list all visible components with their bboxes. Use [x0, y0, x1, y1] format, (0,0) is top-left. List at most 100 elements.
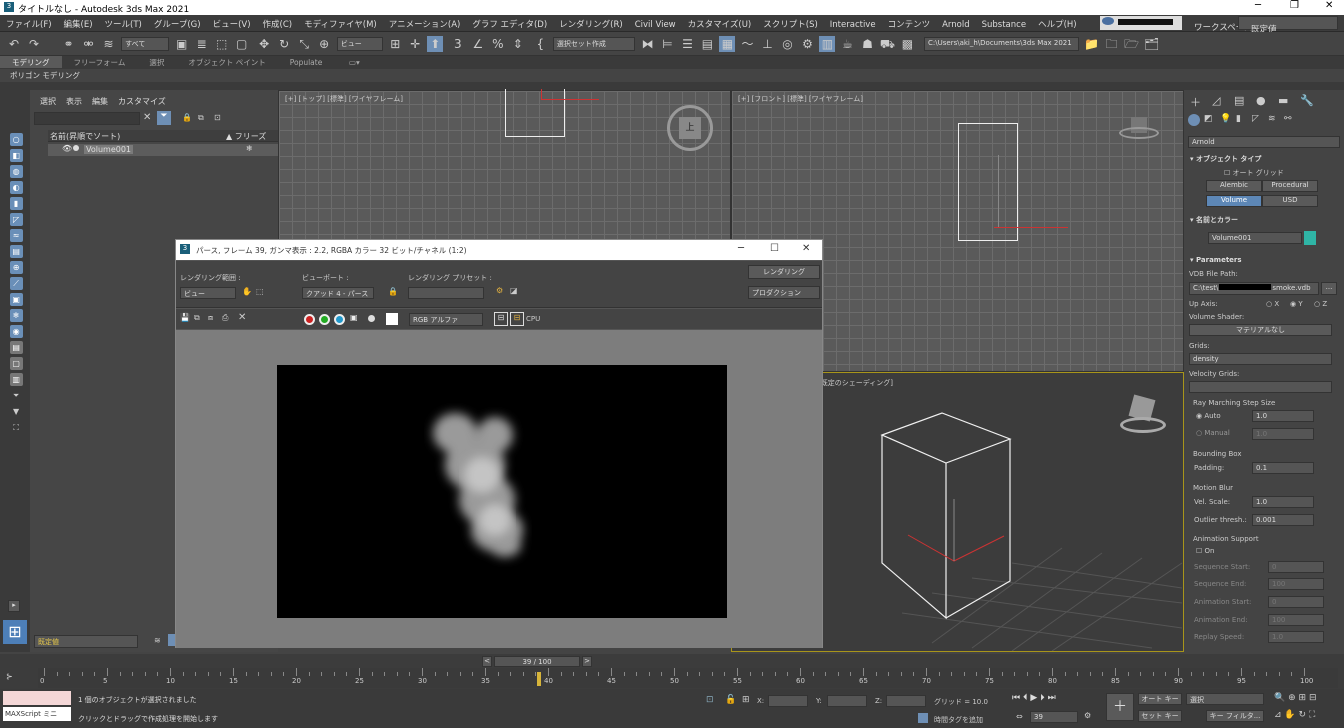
- selection-filter-dropdown[interactable]: すべて: [121, 37, 170, 51]
- ribbon-tab-populate[interactable]: Populate: [278, 57, 335, 67]
- renderer-dropdown[interactable]: Arnold: [1188, 136, 1340, 148]
- create-tab-icon[interactable]: ＋: [1190, 94, 1201, 110]
- edit-named-sel-icon[interactable]: {: [532, 36, 548, 52]
- prev-key-icon[interactable]: ⏴: [1023, 693, 1028, 703]
- channel-dropdown[interactable]: RGB アルファ: [409, 313, 483, 326]
- menu-civil-view[interactable]: Civil View: [629, 17, 682, 30]
- viewport-layout-icon[interactable]: ⊞: [3, 620, 27, 644]
- menu-scripting[interactable]: スクリプト(S): [757, 15, 824, 30]
- pan-icon[interactable]: ✋: [1284, 710, 1295, 720]
- prev-frame-button[interactable]: <: [482, 656, 492, 667]
- visibility-eye-icon[interactable]: 👁: [62, 144, 72, 153]
- autogrid-checkbox[interactable]: ☐ オート グリッド: [1224, 168, 1284, 178]
- maxscript-mini[interactable]: MAXScript ミニ: [3, 707, 71, 721]
- env-effects-icon[interactable]: ◪: [510, 286, 518, 295]
- velocity-grids-input[interactable]: [1189, 381, 1332, 393]
- project-folder-icon[interactable]: 📁: [1084, 36, 1100, 52]
- toggle-ribbon-icon[interactable]: ▦: [719, 36, 736, 52]
- zoom-extents-all-icon[interactable]: ⊟: [1309, 693, 1317, 703]
- maximize-viewport-icon[interactable]: ⛶: [1309, 710, 1315, 720]
- viewcube-front[interactable]: [1117, 115, 1163, 141]
- crop-icon[interactable]: ⬚: [256, 287, 264, 296]
- viewport-top-label[interactable]: [+] [トップ] [標準] [ワイヤフレーム]: [285, 94, 403, 104]
- up-axis-x-radio[interactable]: ○ X: [1266, 300, 1279, 308]
- seq-start-input[interactable]: 0: [1268, 561, 1324, 573]
- anim-start-input[interactable]: 0: [1268, 596, 1324, 608]
- ribbon-sub-label[interactable]: ポリゴン モデリング: [10, 70, 80, 81]
- alpha-channel-icon[interactable]: ▣: [350, 313, 358, 322]
- viewport-dropdown[interactable]: クアッド 4 - パース: [302, 287, 374, 299]
- menu-graph-editors[interactable]: グラフ エディタ(D): [466, 15, 553, 30]
- current-frame-input[interactable]: 39: [1030, 711, 1078, 723]
- spacewarps-icon[interactable]: ≋: [1268, 114, 1276, 124]
- maxscript-listener[interactable]: [3, 691, 71, 705]
- blue-channel-icon[interactable]: [334, 314, 345, 325]
- mirror-icon[interactable]: ⧓: [639, 36, 655, 52]
- menu-edit[interactable]: 編集(E): [58, 15, 99, 30]
- open-folder-icon[interactable]: 🗁: [1124, 36, 1140, 52]
- time-config-icon[interactable]: ⚙: [1084, 711, 1091, 720]
- geometry-icon[interactable]: [1188, 114, 1200, 126]
- menu-arnold[interactable]: Arnold: [936, 17, 976, 30]
- hierarchy-tab-icon[interactable]: ▤: [1234, 94, 1244, 107]
- basket-icon[interactable]: ⛶: [10, 421, 23, 434]
- maximize-button[interactable]: ❐: [1290, 0, 1299, 11]
- save-image-icon[interactable]: 💾: [180, 313, 190, 322]
- print-icon[interactable]: ⎙: [222, 313, 228, 323]
- curve-editor-icon[interactable]: 〜: [739, 36, 755, 52]
- outlier-input[interactable]: 0.001: [1252, 514, 1314, 526]
- window-crossing-icon[interactable]: ▢: [234, 36, 250, 52]
- lights-icon[interactable]: 💡: [1220, 114, 1231, 124]
- lock-icon[interactable]: 🔒: [182, 113, 192, 122]
- key-mode-icon[interactable]: ⇔: [1016, 712, 1023, 721]
- display-hidden-icon[interactable]: ◉: [9, 325, 23, 338]
- layer-stack-icon[interactable]: ≋: [154, 636, 161, 645]
- clone-frame-icon[interactable]: ⧈: [208, 313, 213, 323]
- display-cameras-icon[interactable]: ▮: [9, 197, 23, 210]
- project-path-dropdown[interactable]: C:\Users\aki_h\Documents\3ds Max 2021: [924, 37, 1080, 51]
- vdb-path-input[interactable]: C:\test\ smoke.vdb: [1189, 282, 1319, 295]
- menu-customize[interactable]: カスタマイズ(U): [682, 15, 758, 30]
- viewcube-persp[interactable]: [1119, 394, 1167, 435]
- col-freeze-header[interactable]: ▲ フリーズ: [226, 131, 266, 142]
- selection-lock-icon[interactable]: 🔓: [725, 695, 736, 705]
- layer-icon[interactable]: ⊡: [214, 113, 221, 122]
- time-tag-label[interactable]: 時間タグを追加: [934, 715, 983, 725]
- x-coord-input[interactable]: [768, 695, 808, 707]
- render-mode-dropdown[interactable]: プロダクション: [748, 286, 820, 299]
- move-icon[interactable]: ✥: [256, 36, 272, 52]
- display-xrefs-icon[interactable]: ⊕: [9, 261, 23, 274]
- menu-content[interactable]: コンテンツ: [882, 15, 937, 30]
- zoom-icon[interactable]: 🔍: [1274, 693, 1285, 703]
- key-selection-dropdown[interactable]: 選択: [1186, 693, 1264, 705]
- new-folder-icon[interactable]: 🗀: [1104, 36, 1120, 52]
- display-invert-icon[interactable]: ▥: [9, 373, 23, 386]
- lock-viewport-icon[interactable]: 🔒: [388, 287, 398, 296]
- display-objects-icon[interactable]: ○: [9, 133, 23, 146]
- snap-icon[interactable]: 3: [450, 36, 466, 52]
- schematic-icon[interactable]: ⊥: [759, 36, 775, 52]
- alembic-button[interactable]: Alembic: [1206, 180, 1262, 192]
- col-name-header[interactable]: 名前(昇順でソート): [50, 131, 120, 142]
- mono-icon[interactable]: [368, 315, 375, 322]
- play-icon[interactable]: ▶: [1030, 693, 1037, 703]
- render-maximize-button[interactable]: ☐: [770, 243, 779, 254]
- workspace-dropdown[interactable]: 既定値: [1238, 16, 1338, 35]
- menu-view[interactable]: ビュー(V): [207, 15, 257, 30]
- manual-step-input[interactable]: 1.0: [1252, 428, 1314, 440]
- scene-menu-customize[interactable]: カスタマイズ: [118, 97, 166, 106]
- isolate-icon[interactable]: ⊡: [706, 695, 714, 705]
- usd-button[interactable]: USD: [1262, 195, 1318, 207]
- time-slider-marker[interactable]: [537, 672, 541, 686]
- menu-substance[interactable]: Substance: [976, 17, 1032, 30]
- motion-tab-icon[interactable]: ●: [1256, 94, 1266, 107]
- axis-icon[interactable]: ✛: [407, 36, 423, 52]
- menu-tools[interactable]: ツール(T): [99, 15, 148, 30]
- vdb-browse-button[interactable]: ...: [1321, 282, 1337, 295]
- display-all-icon[interactable]: ▤: [9, 341, 23, 354]
- set-key-button[interactable]: セット キー: [1138, 710, 1182, 722]
- cameras-icon[interactable]: ▮: [1236, 114, 1241, 124]
- menu-modifiers[interactable]: モディファイヤ(M): [298, 15, 383, 30]
- auto-key-button[interactable]: オート キー: [1138, 693, 1182, 705]
- angle-snap-icon[interactable]: ∠: [470, 36, 486, 52]
